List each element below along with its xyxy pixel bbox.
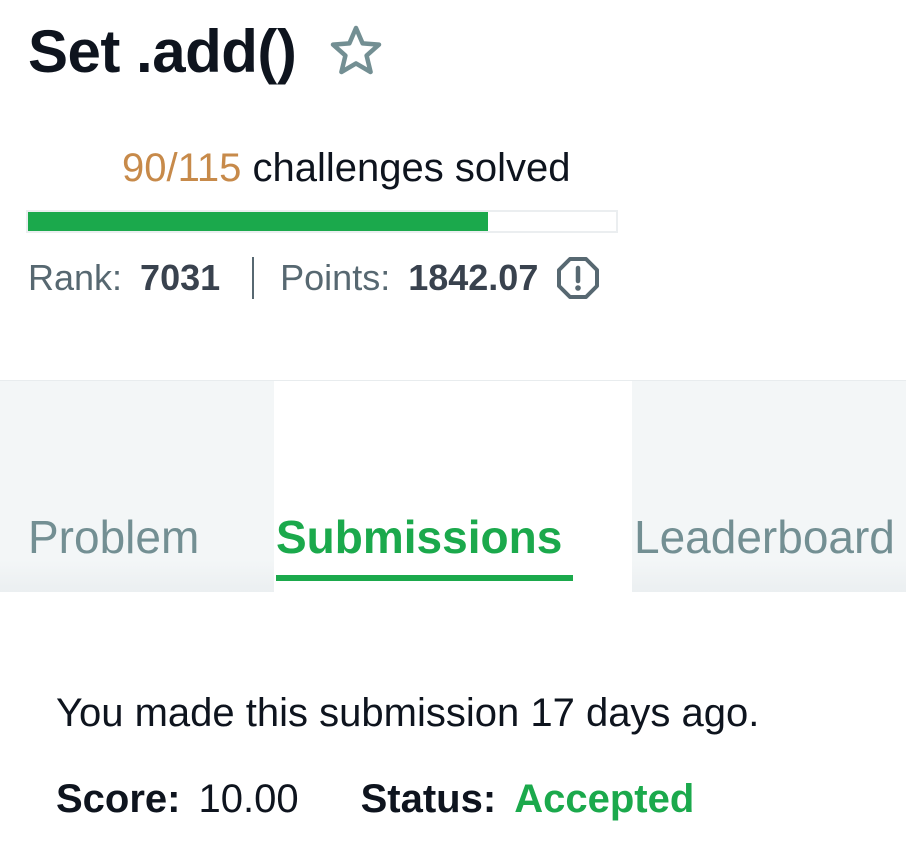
- tab-bar: Problem Submissions Leaderboard: [0, 380, 906, 593]
- challenge-header: Set .add() 90/115 challenges solved Rank…: [0, 0, 906, 380]
- challenges-solved-count: 90/115: [122, 146, 242, 190]
- title-row: Set .add(): [28, 14, 386, 90]
- challenge-page: Set .add() 90/115 challenges solved Rank…: [0, 0, 906, 858]
- status-label: Status:: [360, 777, 497, 821]
- score-label: Score:: [56, 777, 181, 821]
- progress-bar: [26, 210, 618, 233]
- progress-bar-fill: [28, 212, 489, 231]
- score-value: 10.00: [198, 777, 299, 821]
- rank-label: Rank:: [28, 257, 123, 298]
- status-value: Accepted: [514, 777, 695, 821]
- tab-problem[interactable]: Problem: [28, 509, 199, 565]
- tab-submissions-label: Submissions: [276, 511, 563, 563]
- page-title: Set .add(): [28, 18, 297, 85]
- points-label: Points:: [280, 257, 391, 298]
- active-tab-underline: [276, 575, 573, 581]
- points-value: 1842.07: [408, 257, 539, 298]
- rank-value: 7031: [140, 257, 221, 298]
- exclamation-circle-icon[interactable]: [556, 256, 600, 300]
- submission-result-row: Score: 10.00 Status: Accepted: [56, 774, 694, 824]
- stats-divider: [252, 257, 255, 299]
- challenges-solved-text: 90/115 challenges solved: [122, 143, 570, 193]
- tab-submissions[interactable]: Submissions: [274, 381, 632, 593]
- star-icon[interactable]: [326, 22, 386, 82]
- stats-row: Rank: 7031 Points: 1842.07: [28, 255, 600, 301]
- challenges-solved-label: challenges solved: [241, 146, 571, 190]
- submission-panel: You made this submission 17 days ago. Sc…: [0, 592, 906, 858]
- submission-message: You made this submission 17 days ago.: [56, 691, 760, 735]
- tab-leaderboard[interactable]: Leaderboard: [634, 509, 895, 565]
